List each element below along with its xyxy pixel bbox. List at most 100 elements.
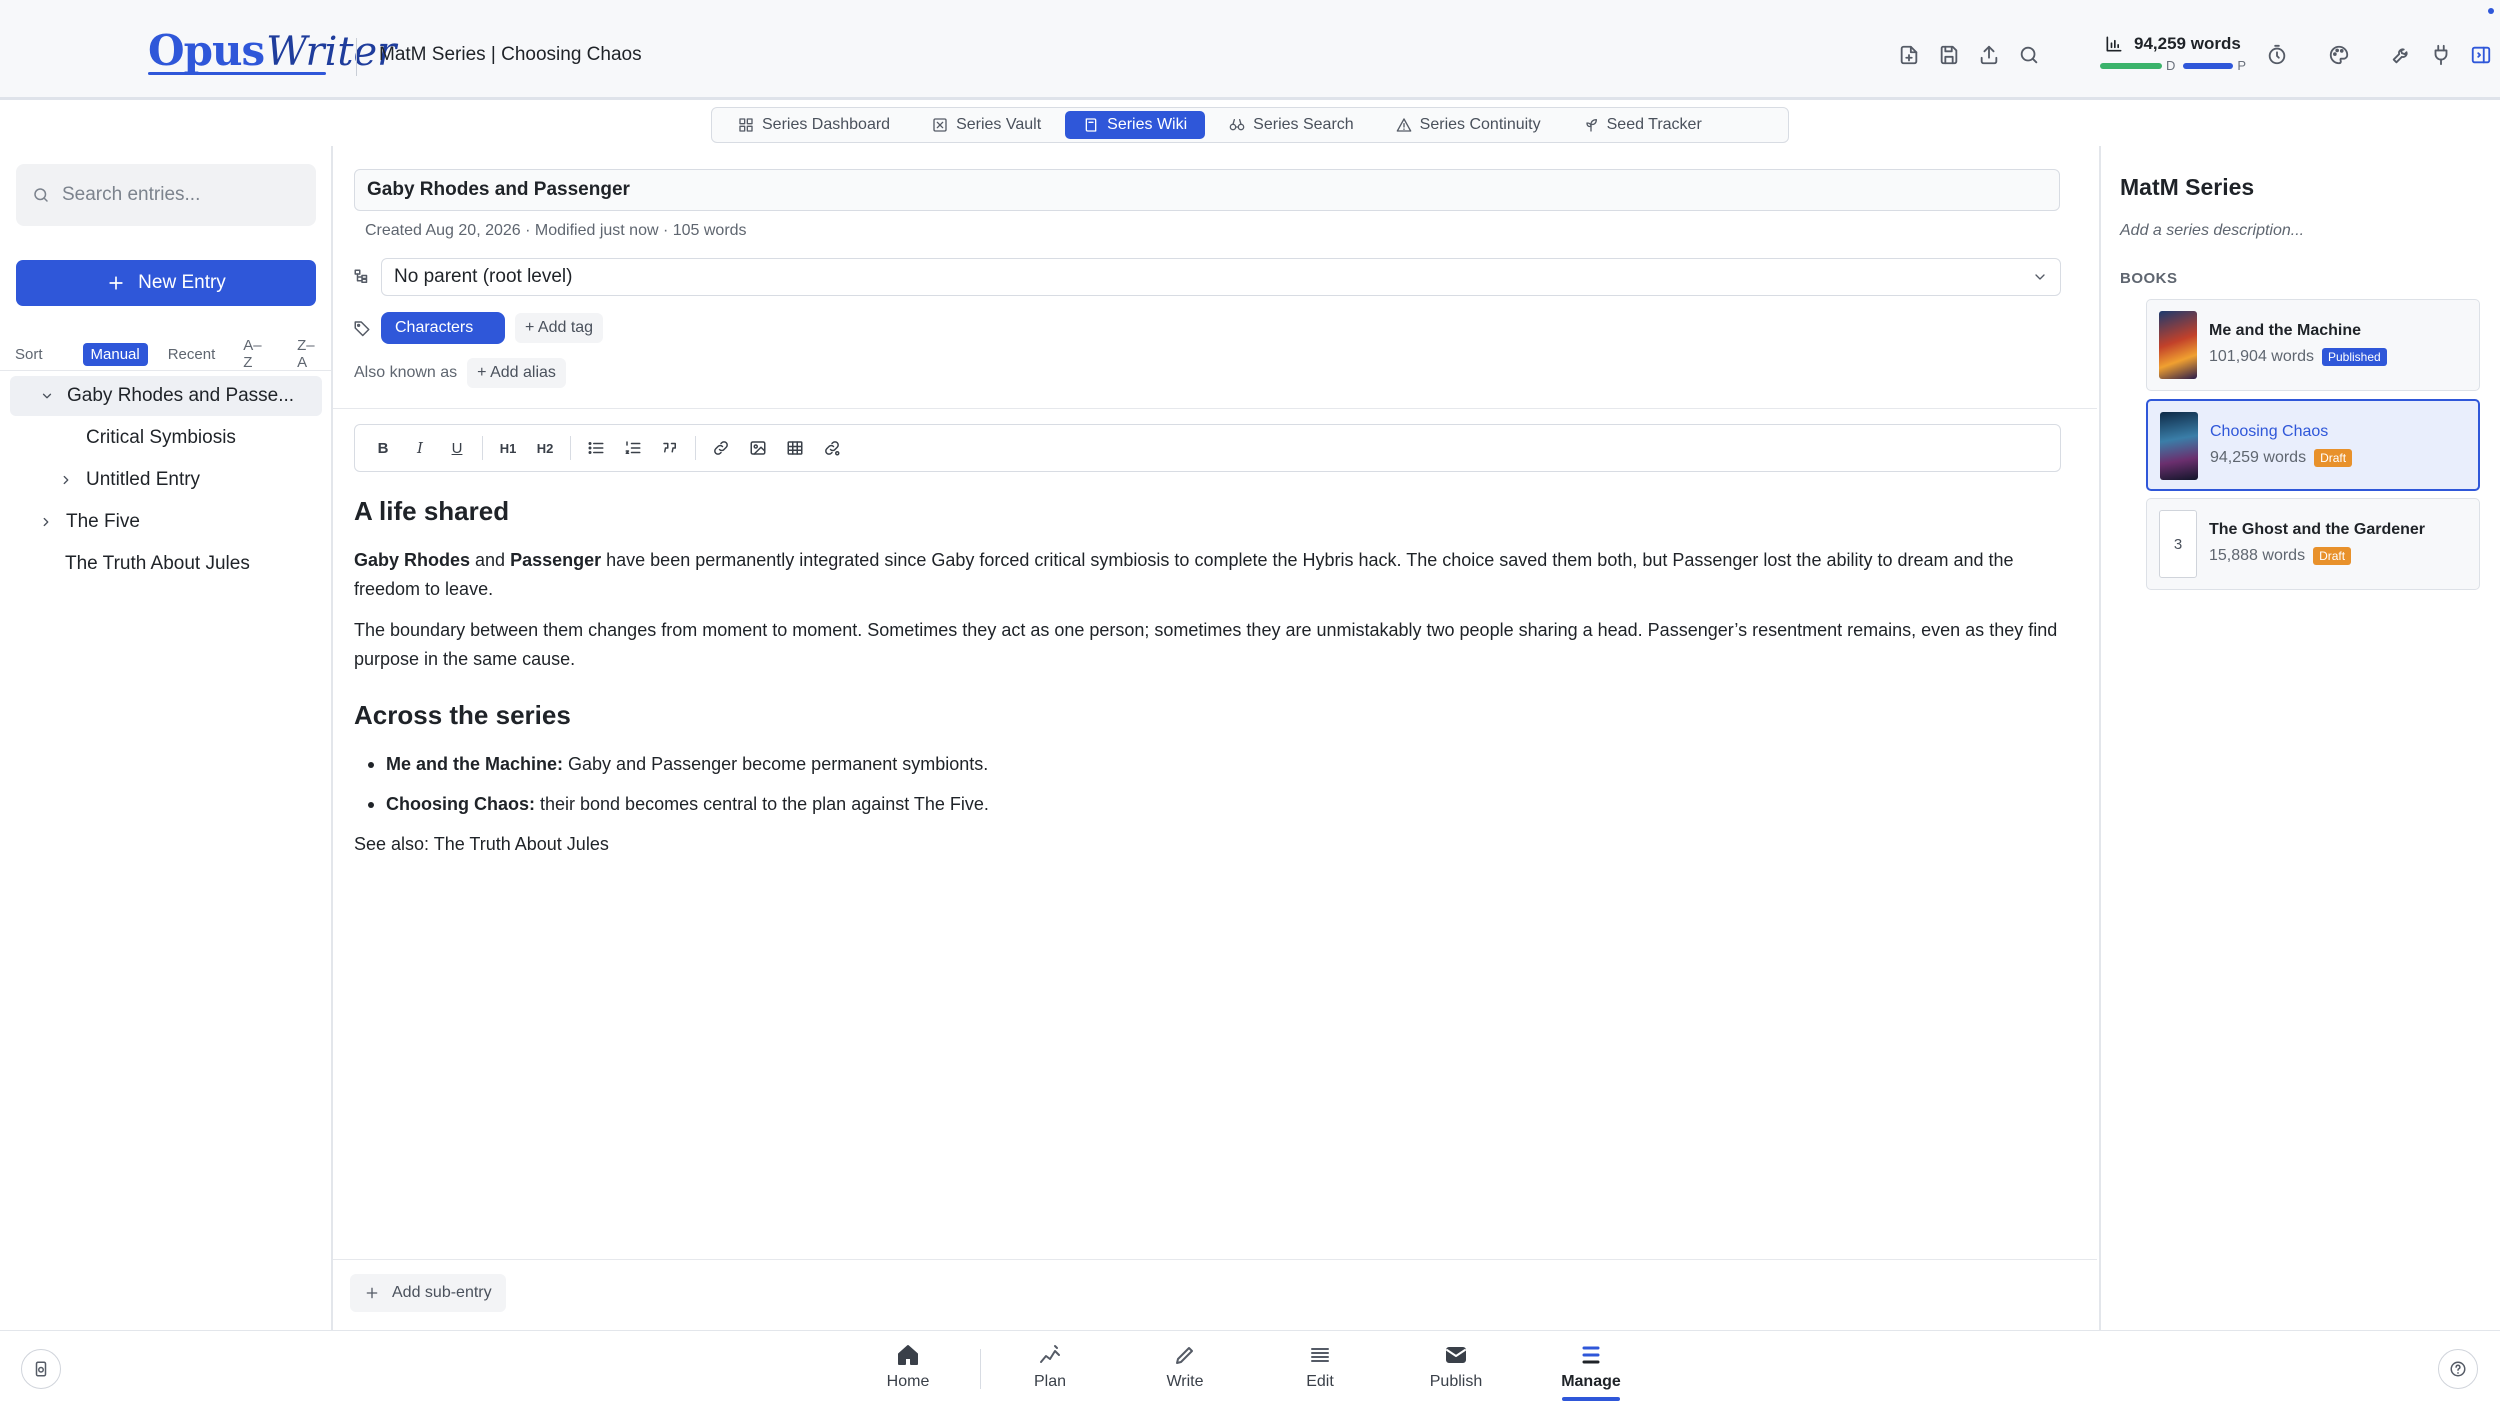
- bullet-list-icon[interactable]: [582, 434, 610, 462]
- nav-write[interactable]: Write: [1140, 1343, 1230, 1399]
- alias-row: Also known as + Add alias: [354, 358, 566, 388]
- logo-writer: Writer: [266, 29, 397, 75]
- nav-label: Manage: [1561, 1373, 1621, 1390]
- search-entries-box[interactable]: [16, 164, 316, 226]
- heading2-button[interactable]: H2: [531, 434, 559, 462]
- tree-item-truth-about-jules[interactable]: The Truth About Jules: [65, 544, 250, 584]
- toolbar-separator: [570, 436, 571, 460]
- home-icon: [898, 1345, 918, 1365]
- quote-icon[interactable]: [656, 434, 684, 462]
- tab-label: Series Wiki: [1107, 116, 1188, 133]
- plus-icon: [366, 1287, 378, 1299]
- tree-item-untitled-entry[interactable]: Untitled Entry: [56, 460, 200, 500]
- book-words-row: 94,259 words Draft: [2210, 449, 2353, 467]
- export-icon[interactable]: [1976, 42, 2002, 68]
- draft-progress-label: D: [2166, 58, 2176, 73]
- tab-label: Series Search: [1253, 116, 1354, 133]
- wrench-icon[interactable]: [2388, 42, 2414, 68]
- image-icon[interactable]: [744, 434, 772, 462]
- logo-underline: [148, 72, 326, 75]
- numbered-list-icon[interactable]: [619, 434, 647, 462]
- device-icon[interactable]: [21, 1349, 61, 1389]
- bold-text: Passenger: [510, 550, 602, 570]
- timer-icon[interactable]: [2264, 42, 2290, 68]
- tab-series-vault[interactable]: Series Vault: [914, 111, 1059, 139]
- nav-manage[interactable]: Manage: [1546, 1343, 1636, 1399]
- italic-button[interactable]: I: [406, 434, 434, 462]
- bold-button[interactable]: B: [369, 434, 397, 462]
- footer-divider: [333, 1259, 2097, 1260]
- tab-series-continuity[interactable]: Series Continuity: [1378, 111, 1559, 139]
- nav-plan[interactable]: Plan: [1005, 1343, 1095, 1399]
- tab-series-dashboard[interactable]: Series Dashboard: [720, 111, 908, 139]
- search-icon[interactable]: [2016, 42, 2042, 68]
- tab-series-wiki[interactable]: Series Wiki: [1065, 111, 1206, 139]
- content-bullet-list: Me and the Machine: Gaby and Passenger b…: [354, 750, 2064, 819]
- book-card-me-and-the-machine[interactable]: Me and the Machine 101,904 words Publish…: [2146, 299, 2480, 391]
- wiki-sidebar: New Entry Sort Manual Recent A–Z Z–A Gab…: [0, 146, 333, 1330]
- tag-characters[interactable]: Characters: [381, 312, 505, 344]
- table-icon[interactable]: [781, 434, 809, 462]
- header-toolbar-left: [1896, 42, 2042, 68]
- sort-z-a[interactable]: Z–A: [289, 334, 331, 374]
- entry-title-input[interactable]: Gaby Rhodes and Passenger: [354, 169, 2060, 211]
- search-icon: [34, 188, 48, 202]
- sort-manual[interactable]: Manual: [82, 342, 148, 366]
- tree-item-gaby-rhodes[interactable]: Gaby Rhodes and Passe...: [10, 376, 322, 416]
- add-sub-entry-button[interactable]: Add sub-entry: [350, 1274, 506, 1312]
- tree-item-label: Gaby Rhodes and Passe...: [67, 385, 295, 406]
- panel-toggle-icon[interactable]: [2468, 42, 2494, 68]
- save-icon[interactable]: [1936, 42, 1962, 68]
- help-icon[interactable]: [2438, 1349, 2478, 1389]
- chevron-right-icon[interactable]: [56, 470, 76, 490]
- sort-a-z[interactable]: A–Z: [235, 334, 277, 374]
- nav-label: Edit: [1306, 1373, 1334, 1390]
- status-badge: Draft: [2314, 449, 2353, 467]
- wiki-link-icon[interactable]: [818, 434, 846, 462]
- nav-publish[interactable]: Publish: [1411, 1343, 1501, 1399]
- link-icon[interactable]: [707, 434, 735, 462]
- series-name[interactable]: MatM Series: [2120, 174, 2254, 201]
- add-alias-button[interactable]: + Add alias: [467, 358, 566, 388]
- text-run: have been permanently integrated since G…: [354, 550, 2014, 599]
- heading1-button[interactable]: H1: [494, 434, 522, 462]
- chevron-down-icon[interactable]: [37, 386, 57, 406]
- nav-label: Plan: [1033, 1373, 1067, 1390]
- text-run: and: [470, 550, 511, 570]
- add-tag-button[interactable]: + Add tag: [515, 313, 604, 343]
- palette-icon[interactable]: [2326, 42, 2352, 68]
- series-description[interactable]: Add a series description...: [2120, 222, 2304, 240]
- nav-edit[interactable]: Edit: [1275, 1343, 1365, 1399]
- new-entry-button[interactable]: New Entry: [16, 260, 316, 306]
- plug-icon[interactable]: [2428, 42, 2454, 68]
- sort-recent[interactable]: Recent: [160, 343, 224, 366]
- bold-text: Gaby Rhodes: [354, 550, 471, 570]
- entry-content[interactable]: A life shared Gaby Rhodes and Passenger …: [354, 496, 2064, 871]
- book-word-count: 101,904 words: [2209, 348, 2314, 365]
- tab-series-search[interactable]: Series Search: [1211, 111, 1372, 139]
- tag-icon: [354, 321, 370, 337]
- header-toolbar-right: [2264, 42, 2494, 68]
- plus-icon: [109, 276, 123, 290]
- status-dot: [2488, 8, 2494, 14]
- book-card-choosing-chaos[interactable]: Choosing Chaos 94,259 words Draft: [2146, 399, 2480, 491]
- book-card-ghost-and-gardener[interactable]: 3 The Ghost and the Gardener 15,888 word…: [2146, 498, 2480, 590]
- search-entries-input[interactable]: [62, 184, 302, 206]
- tree-item-the-five[interactable]: The Five: [36, 502, 140, 542]
- logo-opus: Opus: [148, 26, 265, 75]
- chevron-right-icon[interactable]: [36, 512, 56, 532]
- parent-select[interactable]: No parent (root level): [381, 258, 2061, 296]
- status-badge: Published: [2321, 348, 2387, 366]
- word-count-widget[interactable]: 94,259 words D P: [2100, 34, 2256, 80]
- underline-button[interactable]: U: [443, 434, 471, 462]
- tree-item-label: Critical Symbiosis: [86, 427, 236, 448]
- new-document-icon[interactable]: [1896, 42, 1922, 68]
- meta-divider: [333, 408, 2097, 409]
- tree-item-label: The Five: [66, 511, 140, 532]
- tree-item-critical-symbiosis[interactable]: Critical Symbiosis: [86, 418, 236, 458]
- book-words-row: 15,888 words Draft: [2209, 547, 2352, 565]
- plan-icon: [1040, 1345, 1060, 1363]
- book-title: The Ghost and the Gardener: [2209, 521, 2426, 538]
- nav-home[interactable]: Home: [863, 1343, 953, 1399]
- tab-seed-tracker[interactable]: Seed Tracker: [1565, 111, 1720, 139]
